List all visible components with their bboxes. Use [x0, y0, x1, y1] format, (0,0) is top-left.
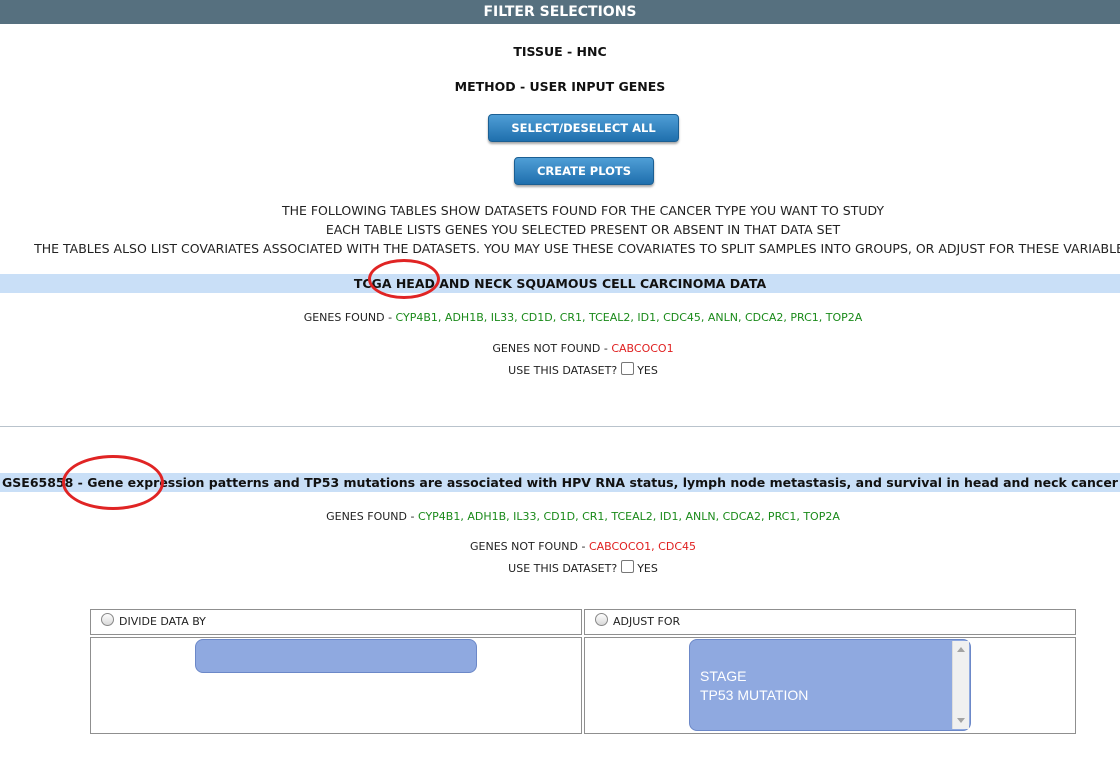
divider	[0, 426, 1120, 427]
annotation-circle	[62, 455, 164, 510]
annotation-circle	[368, 259, 440, 299]
adjust-for-scrollbar[interactable]	[952, 641, 969, 729]
yes-label: YES	[637, 562, 658, 575]
dataset-title-tcga: TCGA HEAD AND NECK SQUAMOUS CELL CARCINO…	[0, 274, 1120, 293]
info-line-1: THE FOLLOWING TABLES SHOW DATASETS FOUND…	[281, 203, 885, 218]
filter-selections-header: FILTER SELECTIONS	[0, 0, 1120, 24]
divide-data-by-header: DIVIDE DATA BY	[90, 609, 582, 635]
select-deselect-all-button[interactable]: SELECT/DESELECT ALL	[488, 114, 679, 142]
genes-not-found-line: GENES NOT FOUND - CABCOCO1	[0, 342, 1120, 355]
genes-not-found-label: GENES NOT FOUND -	[470, 540, 589, 553]
genes-found-line: GENES FOUND - CYP4B1, ADH1B, IL33, CD1D,…	[0, 510, 1120, 523]
info-line-2: EACH TABLE LISTS GENES YOU SELECTED PRES…	[325, 222, 841, 237]
dataset-title-gse65858: GSE65858 - Gene expression patterns and …	[0, 473, 1120, 492]
divide-data-by-radio[interactable]	[101, 613, 114, 626]
genes-found-line: GENES FOUND - CYP4B1, ADH1B, IL33, CD1D,…	[0, 311, 1120, 324]
divide-data-by-select[interactable]	[195, 639, 477, 673]
genes-not-found-line: GENES NOT FOUND - CABCOCO1, CDC45	[0, 540, 1120, 553]
adjust-for-label: ADJUST FOR	[613, 615, 681, 628]
scroll-down-icon[interactable]	[957, 718, 965, 723]
divide-data-by-cell	[90, 637, 582, 734]
divide-data-by-label: DIVIDE DATA BY	[119, 615, 206, 628]
use-dataset-checkbox[interactable]	[621, 560, 635, 573]
use-dataset-label: USE THIS DATASET?	[508, 364, 618, 377]
genes-not-found-list: CABCOCO1, CDC45	[588, 540, 696, 553]
tissue-label: TISSUE - HNC	[513, 44, 607, 59]
adjust-for-cell: STAGE TP53 MUTATION	[584, 637, 1076, 734]
use-dataset-checkbox[interactable]	[621, 362, 635, 375]
genes-found-list: CYP4B1, ADH1B, IL33, CD1D, CR1, TCEAL2, …	[417, 510, 840, 523]
genes-not-found-list: CABCOCO1	[611, 342, 674, 355]
yes-label: YES	[637, 364, 658, 377]
genes-found-label: GENES FOUND -	[326, 510, 418, 523]
adjust-option-tp53-mutation[interactable]: TP53 MUTATION	[700, 686, 808, 705]
use-dataset-line: USE THIS DATASET? YES	[0, 362, 1120, 377]
genes-not-found-label: GENES NOT FOUND -	[492, 342, 612, 355]
genes-found-label: GENES FOUND -	[303, 311, 396, 324]
method-label: METHOD - USER INPUT GENES	[454, 79, 666, 94]
scroll-up-icon[interactable]	[957, 647, 965, 652]
adjust-for-radio[interactable]	[595, 613, 608, 626]
adjust-option-stage[interactable]: STAGE	[700, 667, 808, 686]
use-dataset-label: USE THIS DATASET?	[508, 562, 618, 575]
genes-found-list: CYP4B1, ADH1B, IL33, CD1D, CR1, TCEAL2, …	[395, 311, 863, 324]
info-line-3: THE TABLES ALSO LIST COVARIATES ASSOCIAT…	[34, 241, 1120, 256]
adjust-for-select[interactable]: STAGE TP53 MUTATION	[689, 639, 971, 731]
use-dataset-line: USE THIS DATASET? YES	[0, 560, 1120, 575]
create-plots-button[interactable]: CREATE PLOTS	[514, 157, 654, 185]
adjust-for-header: ADJUST FOR	[584, 609, 1076, 635]
